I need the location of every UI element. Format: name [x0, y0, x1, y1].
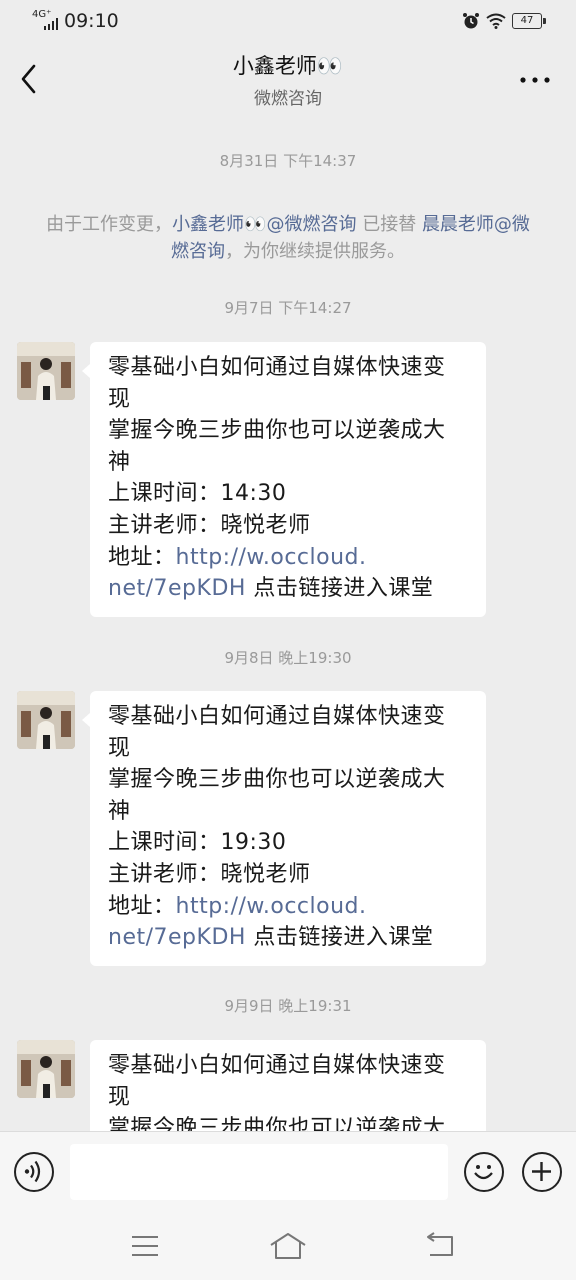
menu-icon[interactable]: [130, 1233, 160, 1259]
battery-level: 47: [520, 15, 534, 26]
message-line: 神: [108, 798, 131, 824]
message-line: 主讲老师：晓悦老师: [108, 512, 311, 538]
signal-icon: [44, 18, 58, 30]
message-input[interactable]: [70, 1144, 448, 1200]
avatar-image: [17, 691, 75, 749]
message-line: 上课时间：19:30: [108, 830, 287, 856]
timestamp: 9月7日 下午14:27: [224, 299, 352, 317]
message-line: 掌握今晚三步曲你也可以逆袭成大: [108, 418, 446, 444]
message-link[interactable]: net/7epKDH: [108, 925, 246, 950]
more-dots-icon[interactable]: [518, 66, 552, 86]
avatar[interactable]: [17, 342, 75, 400]
message-line: net/7epKDH 点击链接进入课堂: [108, 922, 470, 954]
status-bar: 4G⁺ 09:10 47: [0, 0, 576, 44]
message-line: 现: [108, 1084, 131, 1110]
message-bubble[interactable]: 零基础小白如何通过自媒体快速变 现 掌握今晚三步曲你也可以逆袭成大 神 上课时间…: [82, 691, 486, 966]
message-line: 掌握今晚三步曲你也可以逆袭成大: [108, 767, 446, 793]
timestamp: 9月9日 晚上19:31: [224, 997, 352, 1015]
avatar[interactable]: [17, 1040, 75, 1098]
system-notice: 由于工作变更，小鑫老师👀@微燃咨询 已接替 晨晨老师@微燃咨询，为你继续提供服务…: [40, 211, 536, 265]
plus-icon[interactable]: [522, 1152, 562, 1192]
battery-icon: 47: [512, 13, 546, 29]
plus-sign: [532, 1162, 551, 1181]
address-label: 地址：: [108, 544, 176, 570]
input-bar: [0, 1131, 576, 1216]
avatar-image: [17, 342, 75, 400]
message-line: net/7epKDH 点击链接进入课堂: [108, 573, 470, 605]
home-icon[interactable]: [268, 1231, 308, 1261]
chat-title: 小鑫老师👀: [232, 54, 344, 78]
notice-link-new-teacher[interactable]: 小鑫老师👀@微燃咨询: [172, 214, 356, 235]
message-line: 地址：http://w.occloud.: [108, 542, 470, 574]
message-link[interactable]: http://w.occloud.: [176, 545, 367, 570]
message-line: 主讲老师：晓悦老师: [108, 861, 311, 887]
voice-waves: [24, 1160, 41, 1183]
avatar-image: [17, 1040, 75, 1098]
message-line: 零基础小白如何通过自媒体快速变: [108, 355, 446, 380]
message-link[interactable]: http://w.occloud.: [176, 894, 367, 919]
timestamp: 8月31日 下午14:37: [219, 152, 357, 170]
message-line: 上课时间：14:30: [108, 481, 287, 507]
message-link[interactable]: net/7epKDH: [108, 576, 246, 601]
notice-text: ，为你继续提供服务。: [225, 241, 405, 262]
wifi-icon: [486, 13, 506, 29]
chat-subtitle: 微燃咨询: [254, 89, 322, 109]
back-icon[interactable]: [422, 1231, 456, 1261]
message-text: 点击链接进入课堂: [245, 925, 434, 951]
address-label: 地址：: [108, 893, 176, 919]
system-navigation-bar: [0, 1215, 576, 1280]
clock: 09:10: [64, 10, 119, 32]
message-line: 地址：http://w.occloud.: [108, 891, 470, 923]
message-line: 零基础小白如何通过自媒体快速变: [108, 704, 446, 729]
message-line: 掌握今晚三步曲你也可以逆袭成大: [108, 1116, 446, 1131]
message-text: 点击链接进入课堂: [245, 576, 434, 602]
message-bubble[interactable]: 零基础小白如何通过自媒体快速变 现 掌握今晚三步曲你也可以逆袭成大: [90, 1040, 486, 1131]
message-line: 零基础小白如何通过自媒体快速变: [108, 1053, 446, 1078]
message-bubble[interactable]: 零基础小白如何通过自媒体快速变 现 掌握今晚三步曲你也可以逆袭成大 神 上课时间…: [82, 342, 486, 617]
timestamp: 9月8日 晚上19:30: [224, 649, 352, 667]
voice-icon[interactable]: [14, 1152, 54, 1192]
chat-header: 小鑫老师👀 微燃咨询: [0, 44, 576, 114]
message-line: 现: [108, 735, 131, 761]
message-line: 神: [108, 449, 131, 475]
notice-text: 已接替: [356, 214, 422, 235]
alarm-icon: [463, 13, 479, 29]
emoji-face: [474, 1165, 493, 1180]
message-line: 现: [108, 386, 131, 412]
notice-text: 由于工作变更，: [46, 214, 173, 235]
emoji-icon[interactable]: [464, 1152, 504, 1192]
avatar[interactable]: [17, 691, 75, 749]
